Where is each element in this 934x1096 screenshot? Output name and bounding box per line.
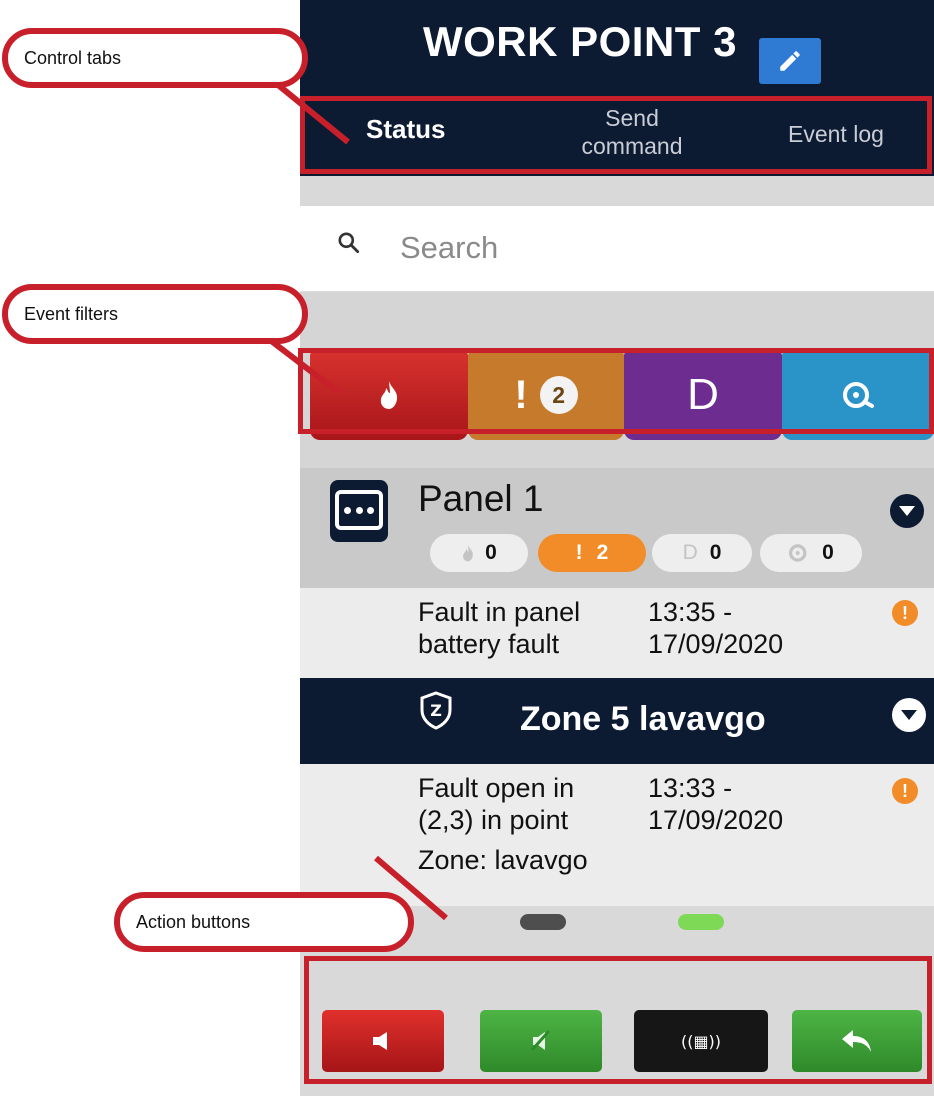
- callout-event-filters: Event filters: [2, 284, 308, 344]
- callout-control-tabs: Control tabs: [2, 28, 308, 88]
- callout-action-buttons: Action buttons: [114, 892, 414, 952]
- screenshot-stage: WORK POINT 3 Status Send command Event l…: [0, 0, 934, 1096]
